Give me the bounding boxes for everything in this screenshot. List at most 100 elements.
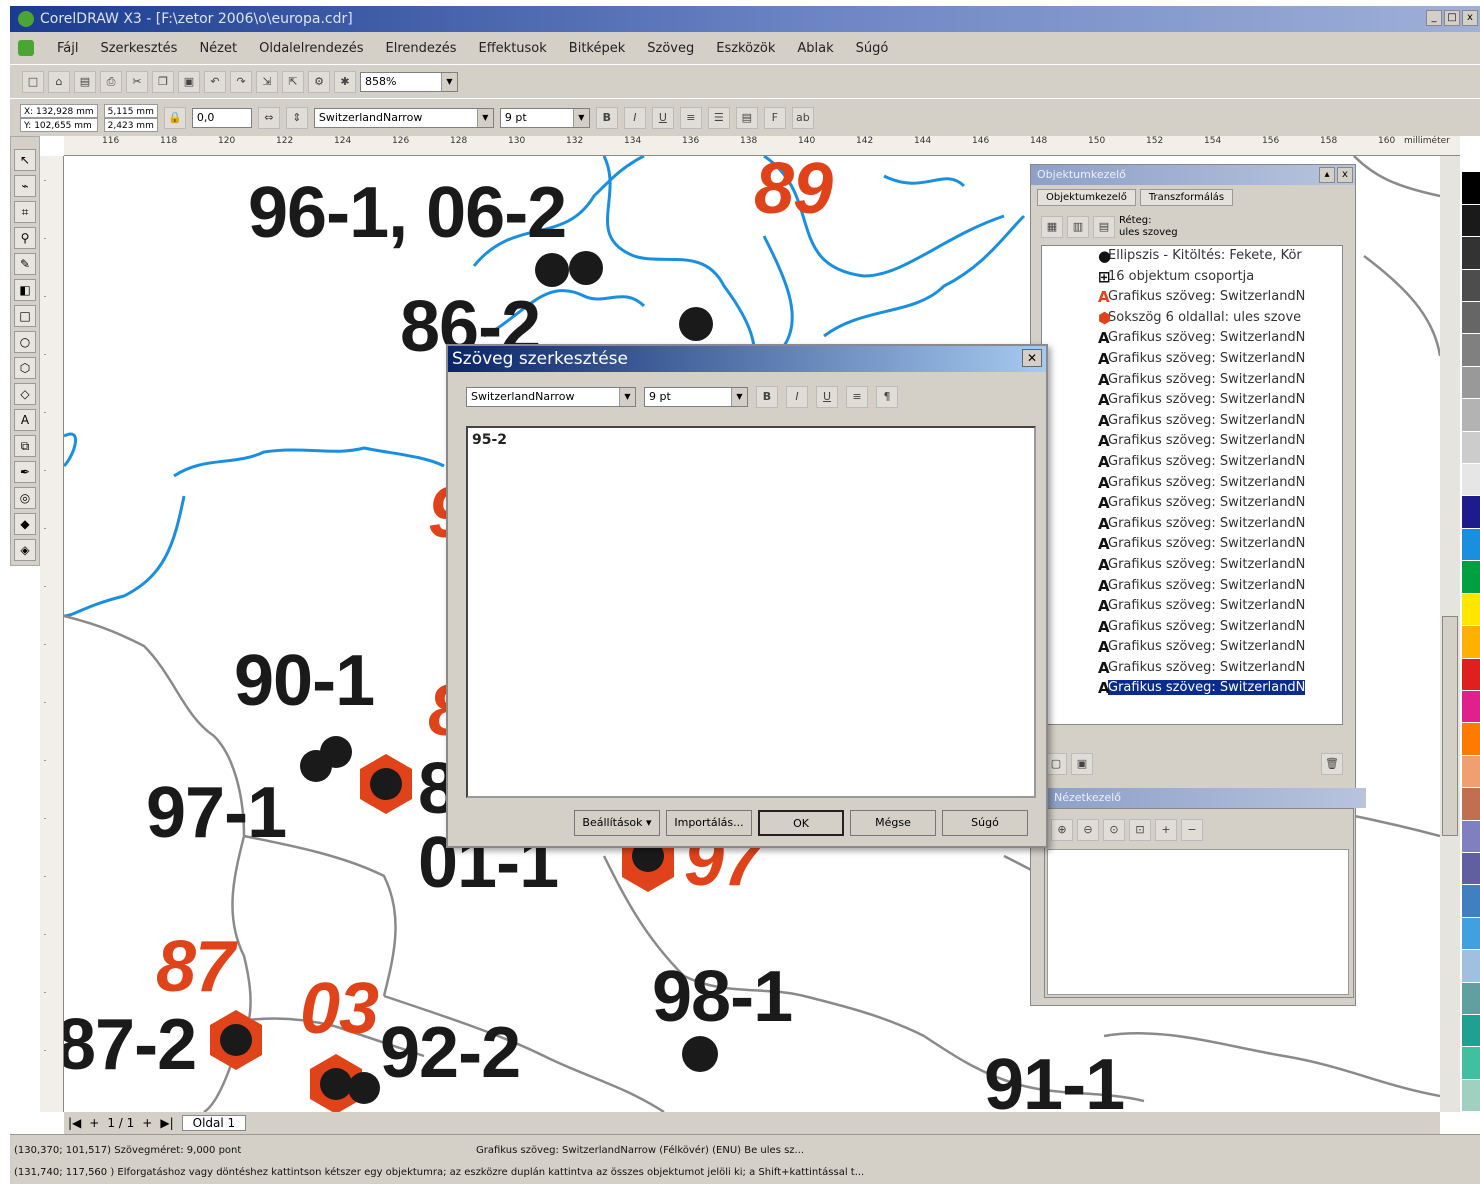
ok-button[interactable]: OK (758, 810, 844, 836)
settings-button[interactable]: Beállítások ▾ (574, 810, 660, 836)
swatch[interactable] (1462, 917, 1480, 951)
basic-shapes-tool-icon[interactable]: ◇ (14, 383, 36, 405)
map-label[interactable]: 90-1 (234, 640, 375, 722)
tab-transform[interactable]: Transzformálás (1139, 189, 1234, 206)
bold-icon[interactable]: B (595, 106, 618, 129)
map-label[interactable]: 91-1 (984, 1044, 1125, 1112)
swatch[interactable] (1462, 528, 1480, 562)
map-label[interactable]: 97-1 (146, 772, 287, 854)
docker-close-button[interactable]: x (1337, 167, 1353, 183)
import-icon[interactable]: ⇲ (256, 70, 278, 93)
paragraph-icon[interactable]: ¶ (876, 386, 898, 408)
swatch[interactable] (1462, 788, 1480, 821)
document-icon[interactable] (18, 40, 34, 56)
last-page-icon[interactable]: ▶| (160, 1116, 173, 1130)
mirror-horizontal-icon[interactable]: ⇔ (257, 106, 280, 129)
rectangle-tool-icon[interactable]: □ (14, 305, 36, 327)
cancel-button[interactable]: Mégse (850, 810, 936, 836)
object-tree-item[interactable]: A Grafikus szöveg: SwitzerlandN (1042, 514, 1342, 535)
new-master-layer-icon[interactable]: ▣ (1071, 753, 1093, 775)
menu-window[interactable]: Ablak (786, 41, 844, 56)
align-icon[interactable]: ≡ (679, 106, 702, 129)
menu-help[interactable]: Súgó (845, 41, 900, 56)
object-tree-item[interactable]: A Grafikus szöveg: SwitzerlandN (1042, 370, 1342, 391)
object-tree-item[interactable]: A Grafikus szöveg: SwitzerlandN (1042, 328, 1342, 349)
zoom-page-icon[interactable]: ⊡ (1129, 819, 1151, 841)
swatch[interactable] (1462, 852, 1480, 886)
dialog-close-button[interactable]: ✕ (1022, 349, 1042, 367)
redo-icon[interactable]: ↷ (230, 70, 252, 93)
object-tree-item[interactable]: A Grafikus szöveg: SwitzerlandN (1042, 493, 1342, 514)
shape-tool-icon[interactable]: ⌁ (14, 175, 36, 197)
edit-text-icon[interactable]: ab (791, 106, 814, 129)
map-label-red[interactable]: 89 (754, 156, 833, 230)
object-tree-item[interactable]: A Grafikus szöveg: SwitzerlandN (1042, 473, 1342, 494)
swatch[interactable] (1462, 561, 1480, 594)
swatch[interactable] (1462, 496, 1480, 529)
italic-icon[interactable]: I (786, 386, 808, 408)
object-tree-item[interactable]: A Grafikus szöveg: SwitzerlandN (1042, 390, 1342, 411)
rotation-angle-field[interactable]: 0,0 (191, 107, 252, 128)
swatch[interactable] (1462, 950, 1480, 983)
width-field[interactable]: 5,115 mm (103, 103, 158, 118)
copy-icon[interactable]: ❐ (152, 70, 174, 93)
map-label[interactable]: 96-1, 06-2 (248, 172, 567, 254)
add-view-icon[interactable]: + (1155, 819, 1177, 841)
tab-object-manager[interactable]: Objektumkezelő (1037, 189, 1136, 206)
save-icon[interactable]: ▤ (74, 70, 96, 93)
swatch[interactable] (1462, 334, 1480, 367)
object-tree-item[interactable]: ⊞ 16 objektum csoportja (1042, 267, 1342, 288)
export-icon[interactable]: ⇱ (282, 70, 304, 93)
remove-view-icon[interactable]: − (1181, 819, 1203, 841)
menu-tools[interactable]: Eszközök (705, 41, 786, 56)
freehand-tool-icon[interactable]: ✎ (14, 253, 36, 275)
lock-ratio-icon[interactable]: 🔒 (163, 106, 186, 129)
object-tree-item[interactable]: ⬢ Sokszög 6 oldallal: ules szove (1042, 308, 1342, 329)
outline-tool-icon[interactable]: ◎ (14, 487, 36, 509)
underline-icon[interactable]: U (651, 106, 674, 129)
menu-file[interactable]: Fájl (46, 41, 89, 56)
mirror-vertical-icon[interactable]: ⇕ (285, 106, 308, 129)
map-label-red[interactable]: 87 (156, 926, 235, 1008)
menu-effects[interactable]: Effektusok (468, 41, 558, 56)
color-palette[interactable] (1462, 140, 1480, 1113)
dialog-size-combo[interactable]: 9 pt ▼ (644, 387, 748, 407)
swatch[interactable] (1462, 593, 1480, 627)
ellipse-tool-icon[interactable]: ○ (14, 331, 36, 353)
swatch[interactable] (1462, 140, 1480, 173)
swatch[interactable] (1462, 269, 1480, 303)
object-tree-item[interactable]: A Grafikus szöveg: SwitzerlandN (1042, 617, 1342, 638)
object-tree-item[interactable]: A Grafikus szöveg: SwitzerlandN (1042, 411, 1342, 432)
swatch[interactable] (1462, 302, 1480, 335)
paste-icon[interactable]: ▣ (178, 70, 200, 93)
text-tool-icon[interactable]: A (14, 409, 36, 431)
map-label[interactable]: 87-2 (64, 1004, 197, 1086)
menu-view[interactable]: Nézet (188, 41, 248, 56)
crop-tool-icon[interactable]: ⌗ (14, 201, 36, 223)
object-tree-item[interactable]: A Grafikus szöveg: SwitzerlandN (1042, 576, 1342, 597)
swatch[interactable] (1462, 885, 1480, 918)
show-properties-icon[interactable]: ▦ (1041, 216, 1063, 238)
edit-across-layers-icon[interactable]: ▥ (1067, 216, 1089, 238)
polygon-tool-icon[interactable]: ⬡ (14, 357, 36, 379)
y-position-field[interactable]: Y: 102,655 mm (20, 117, 98, 132)
new-layer-icon[interactable]: ▢ (1045, 753, 1067, 775)
swatch[interactable] (1462, 399, 1480, 432)
format-text-icon[interactable]: F (763, 106, 786, 129)
map-label-red[interactable]: 03 (300, 968, 379, 1050)
delete-icon[interactable]: 🗑 (1321, 753, 1343, 775)
zoom-level-combo[interactable]: 858% ▼ (360, 71, 458, 92)
object-tree-item[interactable]: A Grafikus szöveg: SwitzerlandN (1042, 678, 1342, 699)
object-tree-item[interactable]: A Grafikus szöveg: SwitzerlandN (1042, 658, 1342, 679)
map-label[interactable]: 98-1 (652, 956, 793, 1038)
object-tree-item[interactable]: A Grafikus szöveg: SwitzerlandN (1042, 596, 1342, 617)
swatch[interactable] (1462, 1014, 1480, 1048)
pick-tool-icon[interactable]: ↖ (14, 149, 36, 171)
swatch[interactable] (1462, 431, 1480, 465)
dialog-font-combo[interactable]: SwitzerlandNarrow ▼ (466, 387, 636, 407)
interactive-blend-tool-icon[interactable]: ⧉ (14, 435, 36, 457)
add-page-after-icon[interactable]: + (142, 1116, 152, 1130)
object-tree[interactable]: ● Ellipszis - Kitöltés: Fekete, Kör ⊞ 16 ob… (1041, 245, 1343, 725)
font-size-combo[interactable]: 9 pt ▼ (499, 107, 590, 128)
swatch[interactable] (1462, 690, 1480, 724)
